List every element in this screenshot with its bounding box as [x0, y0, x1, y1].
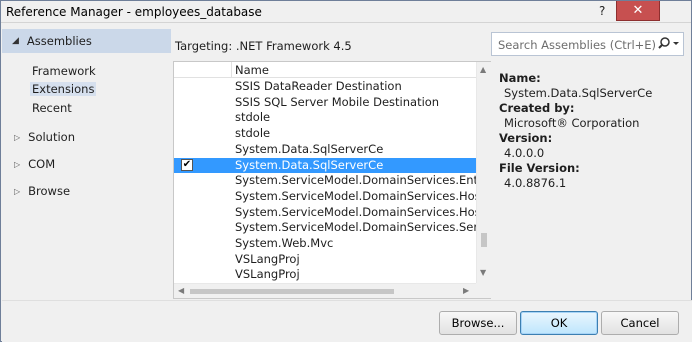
list-body: SSIS DataReader Destination SSIS SQL Serv…: [174, 79, 476, 283]
detail-version-value: 4.0.0.0: [504, 146, 545, 160]
list-item-name: System.Web.Mvc: [235, 236, 334, 250]
title-bar[interactable]: Reference Manager - employees_database ?…: [1, 1, 691, 23]
targeting-label: Targeting: .NET Framework 4.5: [175, 39, 352, 53]
expanded-triangle-icon: ◢: [12, 36, 19, 46]
collapsed-triangle-icon: ▷: [14, 132, 21, 142]
nav-item-extensions[interactable]: Extensions: [30, 82, 97, 96]
column-header-name[interactable]: Name: [235, 63, 269, 77]
scroll-left-icon[interactable]: ◀: [178, 286, 184, 295]
detail-created-value: Microsoft® Corporation: [504, 116, 640, 130]
nav-group-solution-label: Solution: [28, 130, 76, 144]
nav-group-browse[interactable]: ▷ Browse: [14, 184, 70, 198]
cancel-button[interactable]: Cancel: [601, 311, 679, 335]
list-item[interactable]: SSIS SQL Server Mobile Destination: [174, 95, 476, 111]
nav-assemblies-label: Assemblies: [26, 34, 92, 48]
horizontal-scrollbar[interactable]: ◀ ▶: [174, 283, 476, 298]
left-navigation: ◢ Assemblies Framework Extensions Recent…: [2, 24, 171, 300]
vertical-scrollbar[interactable]: ▲ ▼: [476, 62, 491, 283]
list-item-name: VSLangProj: [235, 251, 300, 266]
detail-name-label: Name:: [499, 71, 541, 85]
list-item[interactable]: VSLangProj: [174, 267, 476, 283]
list-item[interactable]: VSLangProj: [174, 252, 476, 268]
reference-manager-dialog: Reference Manager - employees_database ?…: [0, 0, 692, 342]
detail-version-label: Version:: [499, 131, 553, 145]
collapsed-triangle-icon: ▷: [14, 186, 21, 196]
scroll-thumb[interactable]: [481, 233, 487, 247]
checkbox-checked-icon[interactable]: ✔: [181, 158, 193, 171]
list-item-name: System.Data.SqlServerCe: [235, 157, 384, 172]
list-item[interactable]: stdole: [174, 110, 476, 126]
list-item[interactable]: System.Data.SqlServerCe: [174, 142, 476, 158]
list-item[interactable]: System.Web.Mvc: [174, 236, 476, 252]
details-panel: Name: System.Data.SqlServerCe Created by…: [499, 71, 684, 191]
list-item-name: SSIS SQL Server Mobile Destination: [235, 94, 440, 109]
nav-item-recent[interactable]: Recent: [32, 101, 72, 115]
button-bar: Browse... OK Cancel: [2, 300, 692, 342]
list-item[interactable]: System.ServiceModel.DomainServices.Hosti…: [174, 205, 476, 221]
list-item-name: System.ServiceModel.DomainServices.Serve…: [235, 220, 476, 235]
browse-button[interactable]: Browse...: [439, 311, 517, 335]
search-box[interactable]: Search Assemblies (Ctrl+E): [491, 32, 684, 56]
list-item[interactable]: System.ServiceModel.DomainServices.Serve…: [174, 220, 476, 236]
hscroll-thumb[interactable]: [190, 289, 394, 294]
list-item[interactable]: SSIS DataReader Destination: [174, 79, 476, 95]
nav-item-framework[interactable]: Framework: [32, 64, 96, 78]
ok-button[interactable]: OK: [520, 311, 598, 335]
close-button[interactable]: ✕: [616, 1, 660, 21]
list-item-name: System.Data.SqlServerCe: [235, 141, 384, 156]
assembly-list[interactable]: Name SSIS DataReader Destination SSIS SQL…: [173, 61, 491, 299]
list-item-name: SSIS DataReader Destination: [235, 79, 402, 93]
list-item[interactable]: System.ServiceModel.DomainServices.Entit…: [174, 173, 476, 189]
list-item[interactable]: stdole: [174, 126, 476, 142]
list-header: Name: [174, 62, 476, 78]
scroll-corner: [476, 283, 491, 298]
window-title: Reference Manager - employees_database: [6, 5, 262, 19]
search-icon[interactable]: [656, 35, 682, 53]
help-icon[interactable]: ?: [599, 4, 605, 18]
close-icon: ✕: [632, 3, 644, 18]
nav-assemblies-header[interactable]: ◢ Assemblies: [2, 29, 171, 53]
list-item[interactable]: System.ServiceModel.DomainServices.Hosti…: [174, 189, 476, 205]
detail-file-version-label: File Version:: [499, 161, 580, 175]
scroll-up-icon[interactable]: ▲: [480, 65, 486, 74]
nav-group-browse-label: Browse: [28, 184, 71, 198]
collapsed-triangle-icon: ▷: [14, 159, 21, 169]
nav-group-com-label: COM: [28, 157, 56, 171]
detail-name-value: System.Data.SqlServerCe: [504, 86, 653, 100]
list-item-name: stdole: [235, 110, 271, 125]
list-item-name: System.ServiceModel.DomainServices.Hosti…: [235, 204, 476, 219]
column-divider[interactable]: [231, 62, 232, 78]
scroll-down-icon[interactable]: ▼: [480, 268, 486, 277]
list-item-name: System.ServiceModel.DomainServices.Entit…: [235, 173, 476, 188]
list-item[interactable]: ✔ System.Data.SqlServerCe: [174, 157, 476, 173]
search-input[interactable]: Search Assemblies (Ctrl+E): [498, 38, 656, 52]
nav-group-solution[interactable]: ▷ Solution: [14, 130, 75, 144]
list-item-name: stdole: [235, 126, 271, 141]
scroll-right-icon[interactable]: ▶: [463, 286, 469, 295]
list-item-name: System.ServiceModel.DomainServices.Hosti…: [235, 188, 476, 203]
list-item-name: VSLangProj: [235, 267, 300, 282]
detail-file-version-value: 4.0.8876.1: [504, 176, 567, 190]
detail-created-label: Created by:: [499, 101, 575, 115]
nav-group-com[interactable]: ▷ COM: [14, 157, 55, 171]
